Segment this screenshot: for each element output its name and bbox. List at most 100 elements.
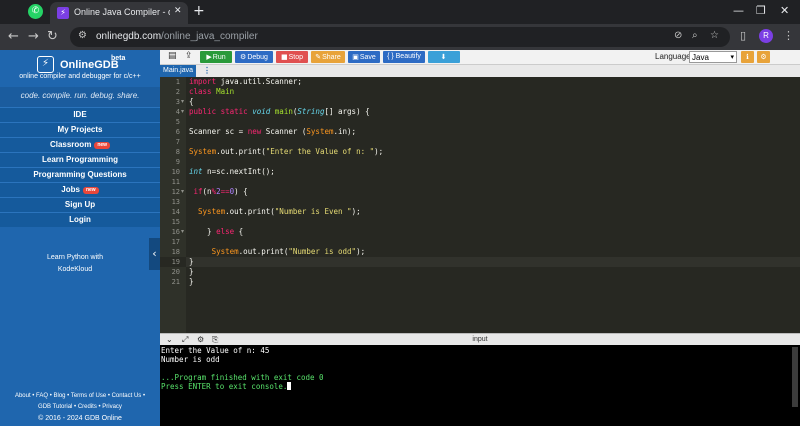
new-badge: new (82, 187, 99, 194)
fold-arrow-icon[interactable]: ▾ (181, 227, 184, 237)
footer-links[interactable]: About • FAQ • Blog • Terms of Use • Cont… (0, 393, 160, 399)
run-label: Run (212, 54, 226, 61)
window-minimize-button[interactable]: — (733, 4, 744, 17)
sidebar-item-classroom[interactable]: Classroom new (0, 137, 160, 152)
promo-link[interactable]: Learn Python with KodeKloud (0, 252, 150, 276)
new-tab-button[interactable]: + (193, 3, 205, 19)
tab-close-icon[interactable]: ✕ (174, 6, 182, 16)
code-line: import java.util.Scanner; (189, 77, 302, 86)
motto: code. compile. run. debug. share. (20, 91, 140, 100)
file-menu-icon[interactable]: ⋮ (203, 65, 211, 77)
code-line: } else { (189, 227, 244, 236)
sidebar-item-my-projects[interactable]: My Projects (0, 122, 160, 137)
sidebar-item-label: Jobs (61, 185, 80, 194)
menu-kebab-icon[interactable]: ⋮ (783, 29, 794, 42)
save-button[interactable]: ▣Save (348, 51, 380, 63)
download-button[interactable]: ⬇ (428, 51, 460, 63)
code-line: Scanner sc = new Scanner (System.in); (189, 127, 357, 136)
sidebar-item-jobs[interactable]: Jobs new (0, 182, 160, 197)
stop-label: Stop (288, 54, 304, 61)
ide-toolbar: ▤ ⇪ ▶Run ⚙Debug ■Stop ✎Share ▣Save { } B… (160, 50, 800, 65)
share-label: Share (322, 54, 341, 61)
sidebar-item-label: Classroom (49, 140, 92, 149)
sidebar-nav: IDE My Projects Classroom new Learn Progr… (0, 107, 160, 227)
code-line: } (189, 277, 194, 286)
side-panel-icon[interactable]: ▯ (740, 29, 746, 42)
line-number: 3 (175, 98, 180, 106)
fold-arrow-icon[interactable]: ▾ (181, 107, 184, 117)
address-bar[interactable]: ⚙ onlinegdb.com/online_java_compiler ⊘ ⌕… (70, 27, 730, 47)
copyright: © 2016 - 2024 GDB Online (38, 415, 122, 422)
chevron-down-icon: ▾ (730, 53, 734, 61)
line-number: 6 (175, 128, 180, 136)
line-number: 1 (175, 78, 180, 86)
window-close-button[interactable]: ✕ (780, 4, 789, 17)
line-number: 13 (171, 198, 180, 206)
info-icon[interactable]: ℹ (741, 51, 754, 63)
share-button[interactable]: ✎Share (311, 51, 345, 63)
stop-icon: ■ (280, 53, 288, 61)
sidebar-item-sign-up[interactable]: Sign Up (0, 197, 160, 212)
code-line: if(n%2==0) { (193, 187, 248, 196)
fold-arrow-icon[interactable]: ▾ (181, 187, 184, 197)
download-icon: ⬇ (440, 53, 447, 61)
code-line: } (189, 257, 194, 266)
active-line-highlight (186, 257, 800, 267)
sidebar-collapse-chevron-icon[interactable]: ‹ (149, 238, 160, 270)
line-number: 21 (171, 278, 180, 286)
console-scrollbar[interactable] (792, 347, 798, 407)
back-arrow-icon[interactable]: ← (8, 29, 19, 44)
sidebar-item-learn-programming[interactable]: Learn Programming (0, 152, 160, 167)
line-number: 8 (175, 148, 180, 156)
sidebar-item-login[interactable]: Login (0, 212, 160, 227)
line-number: 2 (175, 88, 180, 96)
footer-links-2[interactable]: GDB Tutorial • Credits • Privacy (0, 404, 160, 410)
profile-avatar[interactable]: R (759, 29, 773, 43)
brand-name[interactable]: OnlineGDB (60, 59, 119, 71)
line-number: 17 (171, 238, 180, 246)
browser-tab-bar: ✆ ⚡ Online Java Compiler - online e ✕ + … (0, 0, 800, 24)
line-number: 11 (171, 178, 180, 186)
sidebar-item-label: Login (69, 215, 91, 224)
tab-main-java[interactable]: Main.java (160, 65, 196, 77)
reload-icon[interactable]: ↻ (47, 29, 58, 44)
line-number: 4 (175, 108, 180, 116)
run-button[interactable]: ▶Run (200, 51, 232, 63)
onlinegdb-favicon-icon: ⚡ (57, 7, 69, 19)
beautify-button[interactable]: { } Beautify (383, 51, 425, 63)
window-restore-button[interactable]: ❐ (756, 4, 766, 17)
line-number: 16 (171, 228, 180, 236)
forward-arrow-icon[interactable]: → (28, 29, 39, 44)
stop-button[interactable]: ■Stop (276, 51, 308, 63)
line-number: 14 (171, 208, 180, 216)
brand-beta: beta (111, 55, 126, 62)
new-badge: new (94, 142, 111, 149)
console-line: Number is odd (161, 355, 220, 364)
code-line: System.out.print("Number is Even "); (198, 207, 361, 216)
site-info-icon[interactable]: ⚙ (78, 30, 87, 41)
new-file-icon[interactable]: ▤ (168, 51, 177, 61)
code-line: class Main (189, 87, 235, 96)
gear-icon[interactable]: ⚙ (757, 51, 770, 63)
whatsapp-icon[interactable]: ✆ (28, 4, 43, 19)
bookmark-star-icon[interactable]: ☆ (710, 30, 719, 41)
browser-toolbar: ← → ↻ ⚙ onlinegdb.com/online_java_compil… (0, 24, 800, 50)
browser-tab-active[interactable]: ⚡ Online Java Compiler - online e ✕ (50, 2, 188, 24)
sidebar-item-programming-questions[interactable]: Programming Questions (0, 167, 160, 182)
code-line: public static void main(String[] args) { (189, 107, 370, 116)
eye-off-icon[interactable]: ⊘ (674, 30, 682, 41)
console-output[interactable]: Enter the Value of n: 45 Number is odd .… (160, 345, 800, 426)
zoom-icon[interactable]: ⌕ (692, 30, 698, 41)
fold-arrow-icon[interactable]: ▾ (181, 97, 184, 107)
upload-icon[interactable]: ⇪ (185, 51, 193, 61)
debug-button[interactable]: ⚙Debug (235, 51, 273, 63)
save-label: Save (359, 54, 376, 61)
onlinegdb-logo-icon[interactable]: ⚡ (37, 56, 54, 73)
code-line: System.out.print("Enter the Value of n: … (189, 147, 384, 156)
code-editor[interactable]: 1 2 3 4 5 6 7 8 9 10 11 12 13 14 15 16 17 18 19 20 21 ▾ ▾ ▾ … (160, 77, 800, 333)
debug-label: Debug (247, 54, 268, 61)
language-select[interactable]: Java ▾ (689, 51, 737, 63)
sidebar-item-ide[interactable]: IDE (0, 107, 160, 122)
url-host: onlinegdb.com (96, 31, 162, 42)
sidebar-item-label: My Projects (57, 125, 103, 134)
